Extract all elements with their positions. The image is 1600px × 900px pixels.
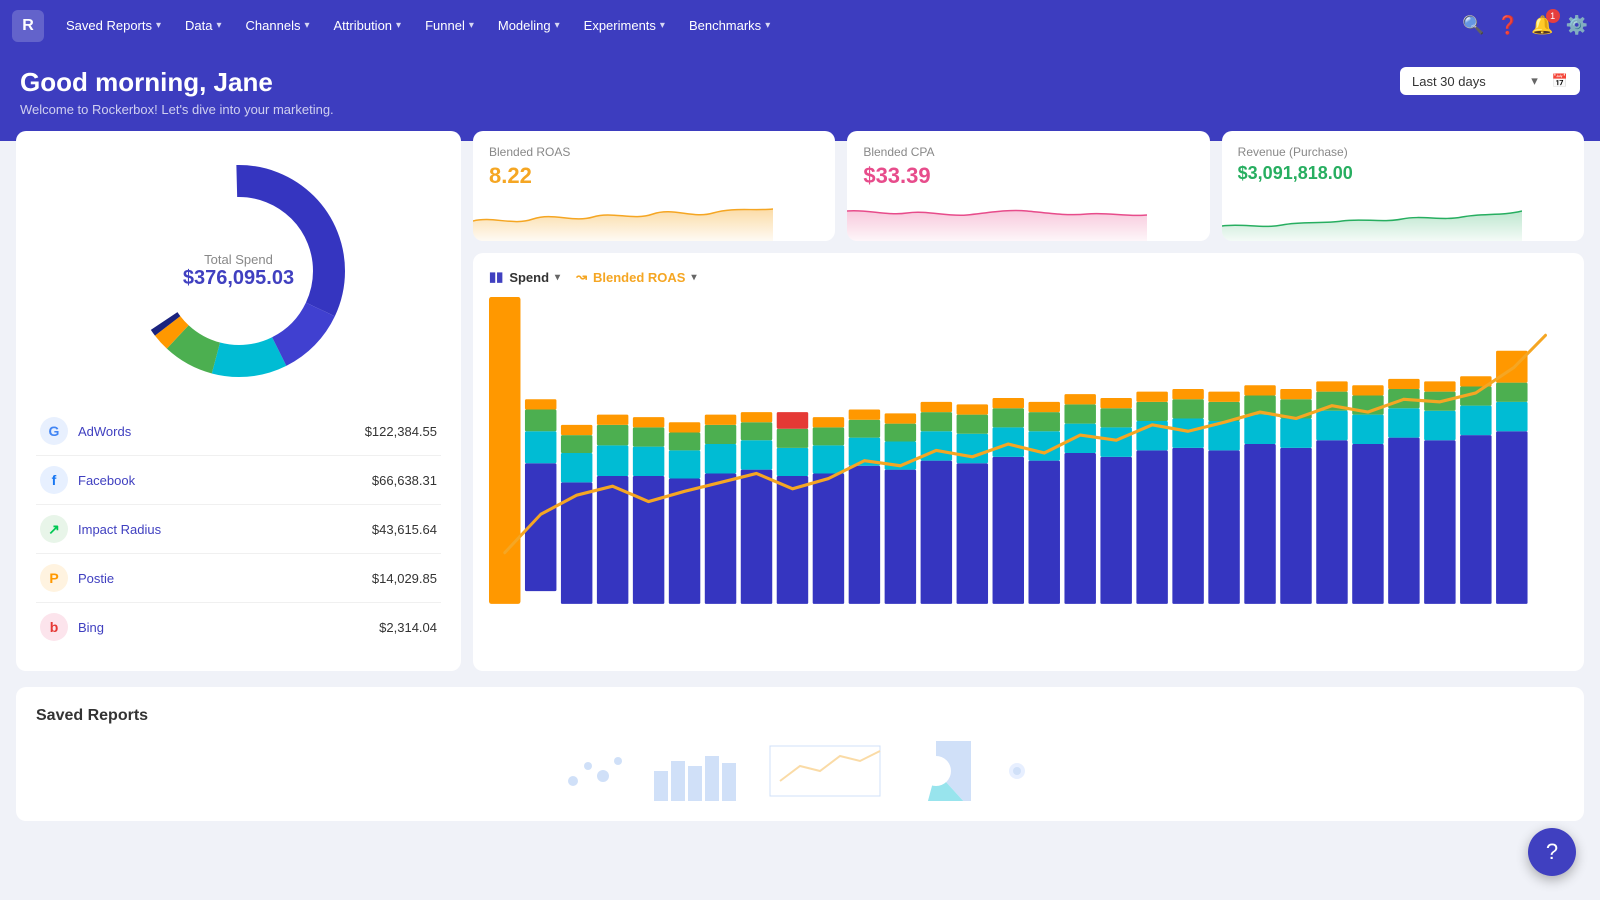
- channel-item-bing[interactable]: b Bing $2,314.04: [36, 603, 441, 651]
- calendar-icon: 📅: [1552, 73, 1568, 89]
- metric-card-roas: Blended ROAS 8.22: [473, 131, 835, 241]
- main-content: Total Spend $376,095.03 G AdWords $122,3…: [0, 131, 1600, 837]
- channel-item-postie[interactable]: P Postie $14,029.85: [36, 554, 441, 603]
- help-fab-label: ?: [1546, 839, 1558, 865]
- metric-card-cpa: Blended CPA $33.39: [847, 131, 1209, 241]
- date-range-picker[interactable]: Last 30 days ▾ 📅: [1400, 67, 1580, 95]
- roas-tab-label: Blended ROAS: [593, 270, 685, 285]
- chevron-down-icon: ▾: [691, 272, 696, 283]
- nav-item-modeling[interactable]: Modeling ▾: [488, 12, 570, 39]
- combo-chart-area: [489, 297, 1568, 655]
- revenue-label: Revenue (Purchase): [1238, 145, 1568, 159]
- channel-value-impact: $43,615.64: [372, 522, 437, 537]
- nav-item-funnel[interactable]: Funnel ▾: [415, 12, 484, 39]
- channel-name-facebook: Facebook: [78, 473, 362, 488]
- facebook-icon: f: [40, 466, 68, 494]
- channel-item-facebook[interactable]: f Facebook $66,638.31: [36, 456, 441, 505]
- help-fab[interactable]: ?: [1528, 828, 1576, 876]
- channel-name-adwords: AdWords: [78, 424, 355, 439]
- combo-chart-card: ▮▮ Spend ▾ ↝ Blended ROAS ▾: [473, 253, 1584, 671]
- greeting-title: Good morning, Jane: [20, 67, 334, 98]
- nav-item-saved-reports[interactable]: Saved Reports ▾: [56, 12, 171, 39]
- nav-item-attribution[interactable]: Attribution ▾: [324, 12, 412, 39]
- combo-chart-header: ▮▮ Spend ▾ ↝ Blended ROAS ▾: [489, 269, 1568, 285]
- metric-cards-row: Blended ROAS 8.22: [473, 131, 1584, 241]
- greeting-subtitle: Welcome to Rockerbox! Let's dive into yo…: [20, 102, 334, 117]
- saved-reports-section: Saved Reports: [16, 687, 1584, 821]
- saved-reports-preview: [36, 741, 1564, 801]
- date-range-label: Last 30 days: [1412, 74, 1486, 89]
- top-row: Total Spend $376,095.03 G AdWords $122,3…: [16, 131, 1584, 671]
- channel-value-postie: $14,029.85: [372, 571, 437, 586]
- preview-dot: [987, 741, 1047, 801]
- donut-total-value: $376,095.03: [183, 267, 294, 290]
- channel-item-impact[interactable]: ↗ Impact Radius $43,615.64: [36, 505, 441, 554]
- nav-item-experiments[interactable]: Experiments ▾: [574, 12, 675, 39]
- bar-chart-icon: ▮▮: [489, 269, 503, 285]
- metrics-right: Blended ROAS 8.22: [473, 131, 1584, 671]
- metric-card-revenue: Revenue (Purchase) $3,091,818.00: [1222, 131, 1584, 241]
- preview-bar: [649, 741, 749, 801]
- postie-icon: P: [40, 564, 68, 592]
- notification-icon[interactable]: 🔔 1: [1531, 15, 1553, 36]
- channel-value-adwords: $122,384.55: [365, 424, 437, 439]
- saved-reports-title: Saved Reports: [36, 707, 1564, 725]
- channel-name-impact: Impact Radius: [78, 522, 362, 537]
- preview-pie: [901, 741, 971, 801]
- revenue-sparkline: [1222, 181, 1522, 241]
- chevron-down-icon: ▾: [217, 20, 222, 31]
- adwords-icon: G: [40, 417, 68, 445]
- preview-line: [765, 741, 885, 801]
- nav-item-channels[interactable]: Channels ▾: [236, 12, 320, 39]
- channel-value-facebook: $66,638.31: [372, 473, 437, 488]
- channel-item-adwords[interactable]: G AdWords $122,384.55: [36, 407, 441, 456]
- roas-label: Blended ROAS: [489, 145, 819, 159]
- search-icon[interactable]: 🔍: [1462, 15, 1484, 36]
- donut-total-label: Total Spend: [183, 252, 294, 267]
- bing-icon: b: [40, 613, 68, 641]
- channel-list: G AdWords $122,384.55 f Facebook $66,638…: [36, 407, 441, 651]
- chevron-down-icon: ▾: [765, 20, 770, 31]
- channel-name-bing: Bing: [78, 620, 369, 635]
- spend-tab[interactable]: ▮▮ Spend ▾: [489, 269, 560, 285]
- line-chart-icon: ↝: [576, 269, 587, 285]
- chevron-down-icon: ▾: [555, 20, 560, 31]
- nav-item-benchmarks[interactable]: Benchmarks ▾: [679, 12, 780, 39]
- cpa-sparkline: [847, 181, 1147, 241]
- impact-icon: ↗: [40, 515, 68, 543]
- logo-text: R: [22, 17, 34, 35]
- nav-icons: 🔍 ❓ 🔔 1 ⚙️: [1462, 15, 1588, 36]
- cpa-label: Blended CPA: [863, 145, 1193, 159]
- combo-chart-svg: [489, 297, 1568, 655]
- chevron-down-icon: ▾: [555, 272, 560, 283]
- donut-chart-container: Total Spend $376,095.03: [36, 151, 441, 391]
- chevron-down-icon: ▾: [396, 20, 401, 31]
- notification-badge: 1: [1546, 9, 1560, 23]
- chevron-down-icon: ▾: [156, 20, 161, 31]
- donut-label: Total Spend $376,095.03: [183, 252, 294, 290]
- help-icon[interactable]: ❓: [1497, 15, 1519, 36]
- settings-icon[interactable]: ⚙️: [1566, 15, 1588, 36]
- app-logo[interactable]: R: [12, 10, 44, 42]
- chevron-down-icon: ▾: [1531, 73, 1538, 89]
- channel-value-bing: $2,314.04: [379, 620, 437, 635]
- navbar: R Saved Reports ▾ Data ▾ Channels ▾ Attr…: [0, 0, 1600, 51]
- roas-sparkline: [473, 181, 773, 241]
- donut-card: Total Spend $376,095.03 G AdWords $122,3…: [16, 131, 461, 671]
- roas-tab[interactable]: ↝ Blended ROAS ▾: [576, 269, 696, 285]
- preview-scatter: [553, 741, 633, 801]
- nav-item-data[interactable]: Data ▾: [175, 12, 232, 39]
- chevron-down-icon: ▾: [469, 20, 474, 31]
- page-header: Good morning, Jane Welcome to Rockerbox!…: [0, 51, 1600, 141]
- channel-name-postie: Postie: [78, 571, 362, 586]
- spend-label: Spend: [509, 270, 549, 285]
- greeting-block: Good morning, Jane Welcome to Rockerbox!…: [20, 67, 334, 117]
- chevron-down-icon: ▾: [660, 20, 665, 31]
- chevron-down-icon: ▾: [304, 20, 309, 31]
